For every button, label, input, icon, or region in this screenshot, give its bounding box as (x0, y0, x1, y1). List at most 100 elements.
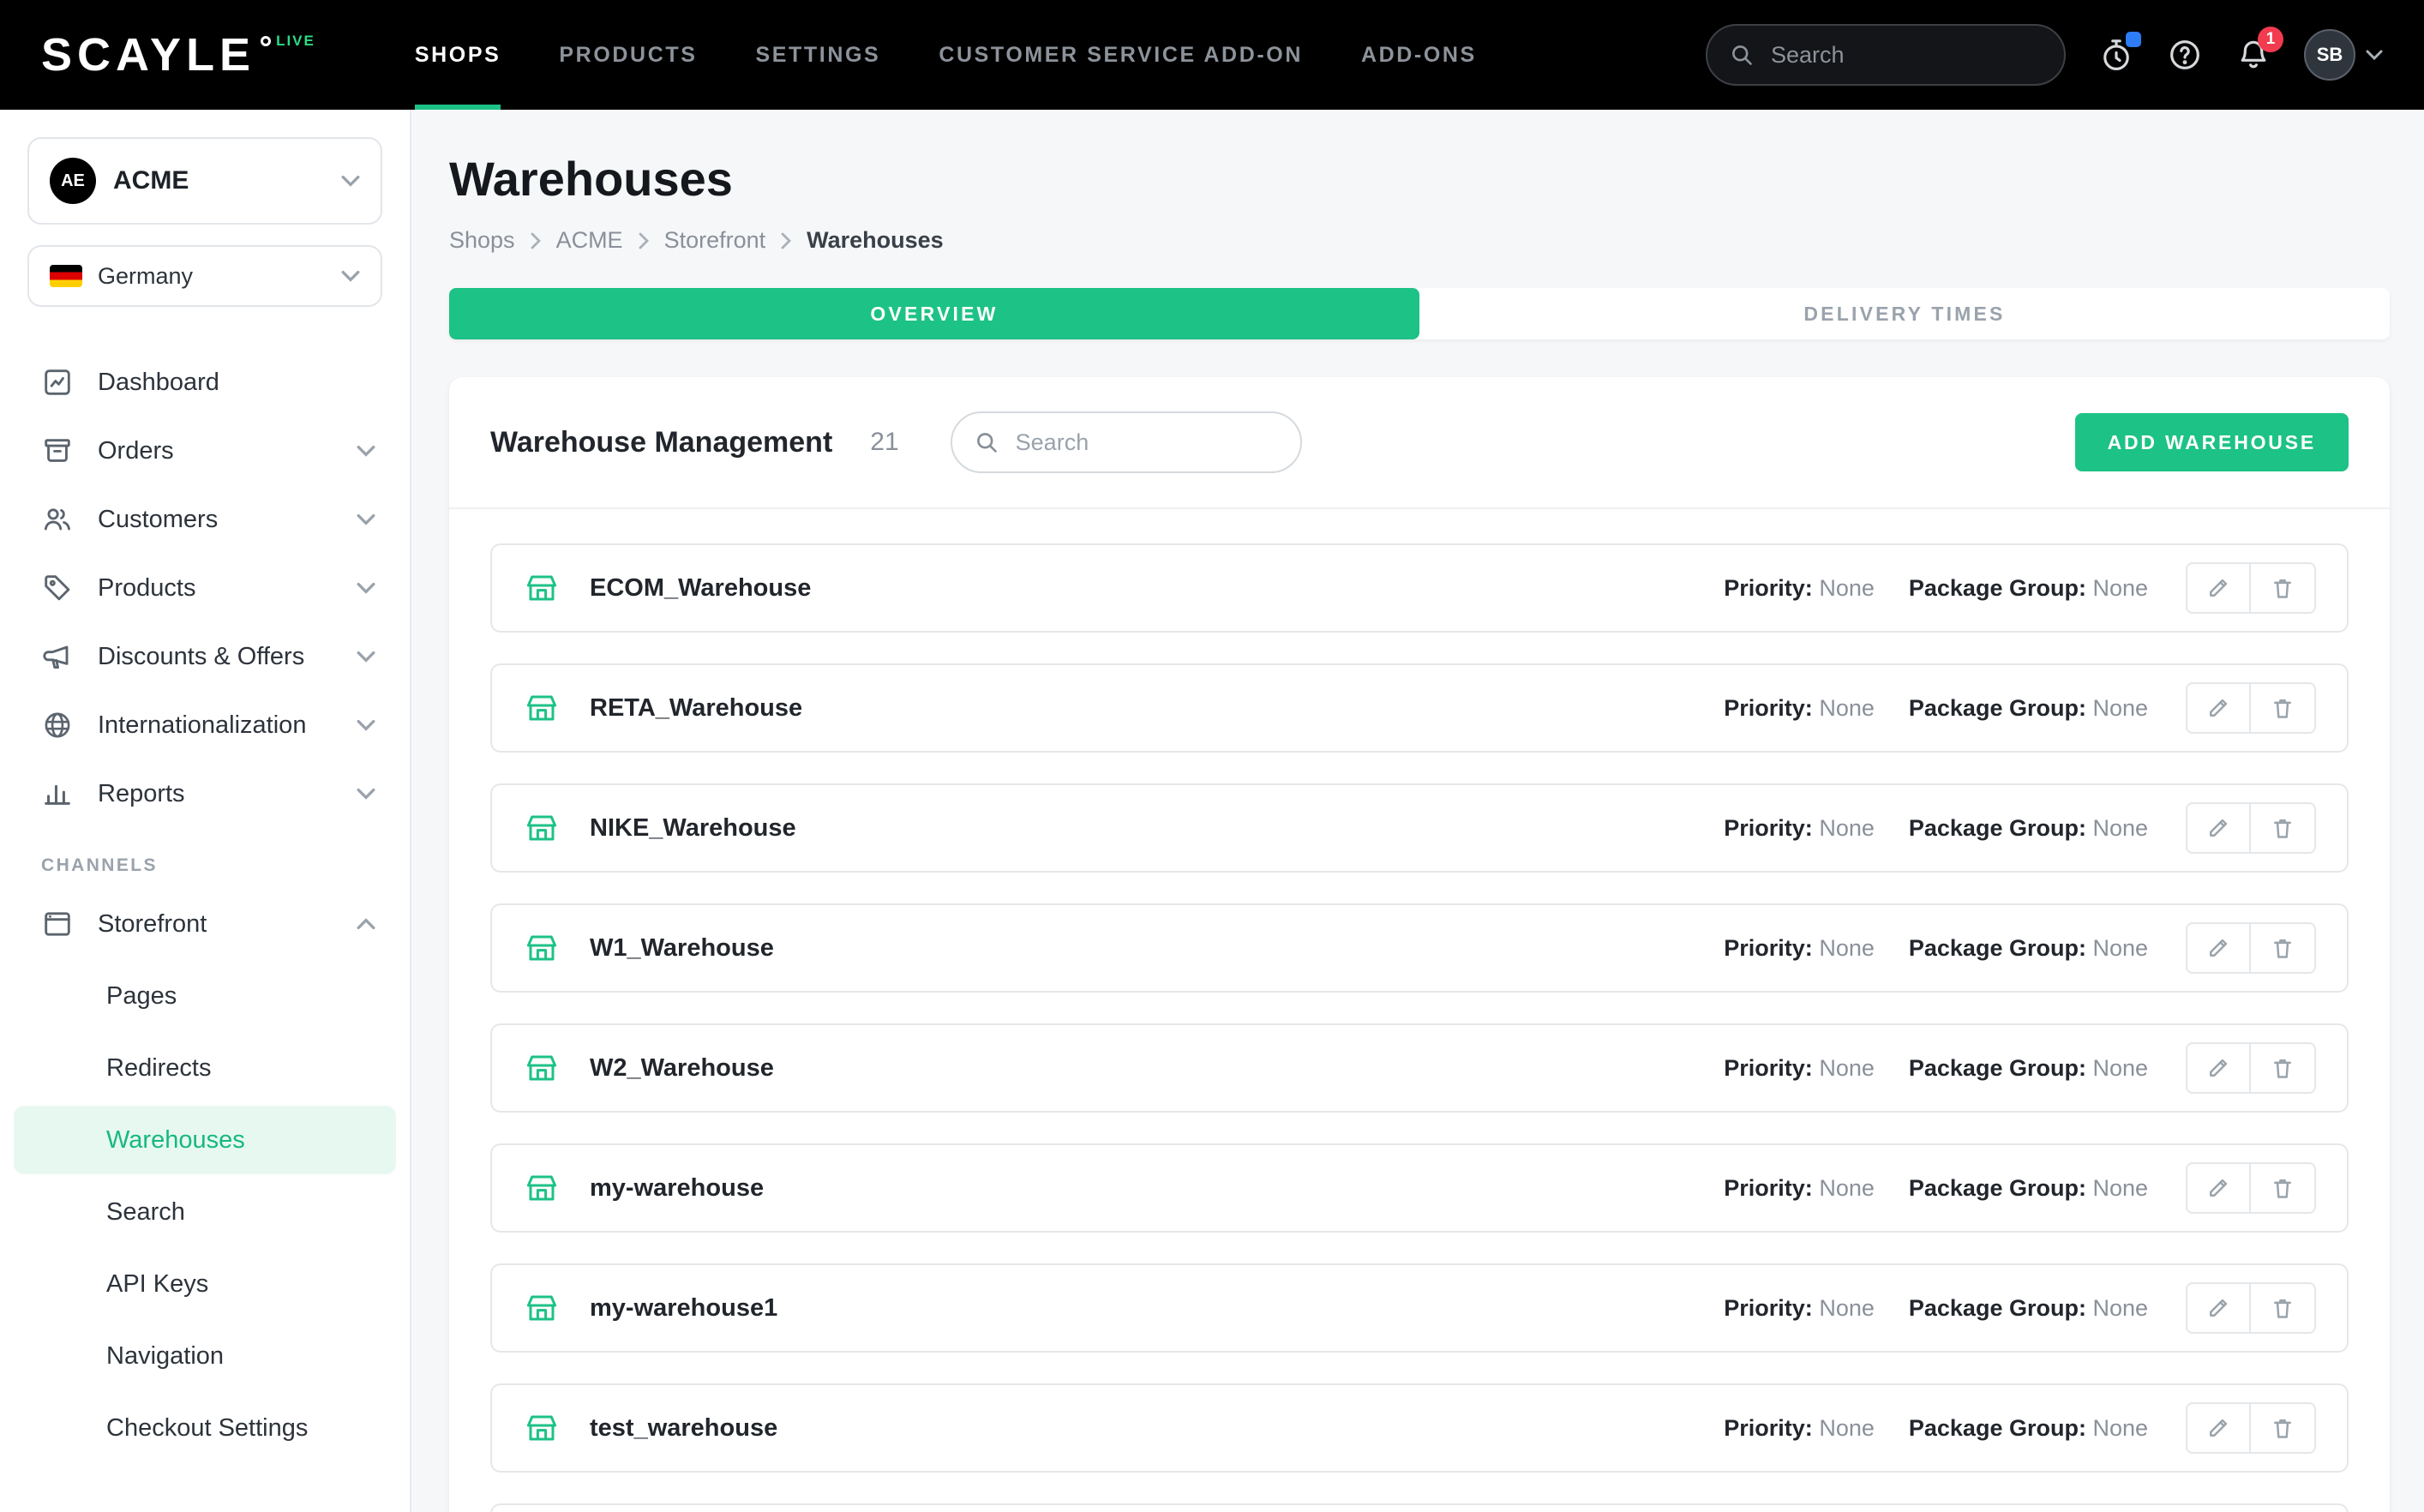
sidebar-item-pages[interactable]: Pages (14, 962, 396, 1030)
sidebar-item-products[interactable]: Products (0, 554, 410, 622)
chevron-down-icon (2366, 50, 2383, 60)
priority-label: Priority: (1724, 935, 1813, 961)
nav-customer-service-add-on[interactable]: CUSTOMER SERVICE ADD-ON (939, 0, 1303, 110)
package-group-label: Package Group: (1909, 1175, 2086, 1201)
warehouse-search[interactable] (951, 411, 1302, 473)
tab-delivery-times[interactable]: DELIVERY TIMES (1419, 288, 2390, 339)
top-navigation: SHOPS PRODUCTS SETTINGS CUSTOMER SERVICE… (415, 0, 1477, 110)
priority-value: None (1819, 575, 1875, 601)
table-row: RETA_Warehouse Priority: None Package Gr… (490, 663, 2349, 753)
sidebar-item-internationalization[interactable]: Internationalization (0, 691, 410, 759)
sidebar-item-navigation[interactable]: Navigation (14, 1322, 396, 1390)
delete-warehouse-button[interactable] (2251, 562, 2316, 614)
delete-warehouse-button[interactable] (2251, 1282, 2316, 1334)
bar-chart-icon (41, 777, 74, 810)
search-icon (1730, 43, 1754, 67)
tab-overview[interactable]: OVERVIEW (449, 288, 1419, 339)
edit-warehouse-button[interactable] (2186, 682, 2251, 734)
delete-warehouse-button[interactable] (2251, 1162, 2316, 1214)
global-search-input[interactable] (1767, 40, 2042, 70)
products-icon (41, 572, 74, 604)
chevron-right-icon (781, 232, 791, 249)
warehouse-icon (523, 929, 561, 967)
priority-value: None (1819, 815, 1875, 841)
sidebar-item-label: Internationalization (98, 711, 306, 740)
chevron-down-icon (357, 445, 375, 457)
sidebar-item-label: Orders (98, 437, 174, 465)
warehouse-count: 21 (870, 428, 898, 457)
trash-icon (2271, 1296, 2295, 1320)
delete-warehouse-button[interactable] (2251, 682, 2316, 734)
nav-shops[interactable]: SHOPS (415, 0, 501, 110)
notifications-bell-icon[interactable]: 1 (2235, 37, 2271, 73)
topbar: SCAYLE LIVE SHOPS PRODUCTS SETTINGS CUST… (0, 0, 2424, 110)
package-group-value: None (2092, 575, 2148, 601)
help-icon[interactable] (2167, 37, 2203, 73)
nav-add-ons[interactable]: ADD-ONS (1361, 0, 1477, 110)
edit-warehouse-button[interactable] (2186, 922, 2251, 974)
scayle-logo[interactable]: SCAYLE LIVE (41, 29, 315, 81)
country-selector[interactable]: Germany (27, 245, 382, 307)
sidebar-item-warehouses[interactable]: Warehouses (14, 1106, 396, 1174)
delete-warehouse-button[interactable] (2251, 1402, 2316, 1454)
globe-icon (41, 709, 74, 741)
chevron-down-icon (357, 651, 375, 663)
warehouse-icon (523, 689, 561, 727)
sidebar-item-api-keys[interactable]: API Keys (14, 1250, 396, 1318)
add-warehouse-button[interactable]: ADD WAREHOUSE (2075, 413, 2349, 471)
nav-settings[interactable]: SETTINGS (756, 0, 881, 110)
edit-warehouse-button[interactable] (2186, 1162, 2251, 1214)
edit-warehouse-button[interactable] (2186, 562, 2251, 614)
sidebar-item-reports[interactable]: Reports (0, 759, 410, 828)
main-content: Warehouses Shops ACME Storefront Warehou… (411, 110, 2424, 1512)
sidebar-item-storefront[interactable]: Storefront (0, 890, 410, 958)
delete-warehouse-button[interactable] (2251, 802, 2316, 854)
edit-warehouse-button[interactable] (2186, 1042, 2251, 1094)
country-name: Germany (98, 263, 193, 290)
chevron-up-icon (357, 918, 375, 930)
user-menu[interactable]: SB (2304, 29, 2383, 81)
edit-warehouse-button[interactable] (2186, 802, 2251, 854)
breadcrumb-storefront[interactable]: Storefront (664, 227, 766, 254)
priority-label: Priority: (1724, 1175, 1813, 1201)
warehouse-icon (523, 1169, 561, 1207)
sidebar-item-discounts-offers[interactable]: Discounts & Offers (0, 622, 410, 691)
package-group-value: None (2092, 1415, 2148, 1441)
timer-icon[interactable] (2098, 37, 2134, 73)
table-row-partial (490, 1503, 2349, 1512)
warehouse-search-input[interactable] (1012, 428, 1278, 458)
logo-dot-icon (261, 36, 271, 46)
delete-warehouse-button[interactable] (2251, 1042, 2316, 1094)
sidebar-item-customers[interactable]: Customers (0, 485, 410, 554)
warehouse-name: my-warehouse (590, 1174, 764, 1203)
chevron-down-icon (357, 788, 375, 800)
edit-warehouse-button[interactable] (2186, 1402, 2251, 1454)
shop-selector[interactable]: AE ACME (27, 137, 382, 225)
edit-warehouse-button[interactable] (2186, 1282, 2251, 1334)
package-group-label: Package Group: (1909, 695, 2086, 721)
sidebar-item-dashboard[interactable]: Dashboard (0, 348, 410, 417)
avatar: SB (2304, 29, 2355, 81)
delete-warehouse-button[interactable] (2251, 922, 2316, 974)
notification-count-badge: 1 (2258, 27, 2283, 52)
pencil-icon (2206, 1056, 2230, 1080)
breadcrumb-acme[interactable]: ACME (556, 227, 623, 254)
package-group-label: Package Group: (1909, 575, 2086, 601)
sidebar-item-redirects[interactable]: Redirects (14, 1034, 396, 1102)
warehouse-list: ECOM_Warehouse Priority: None Package Gr… (449, 509, 2390, 1512)
global-search[interactable] (1706, 24, 2066, 86)
trash-icon (2271, 1176, 2295, 1200)
package-group-label: Package Group: (1909, 815, 2086, 841)
sidebar-item-checkout-settings[interactable]: Checkout Settings (14, 1394, 396, 1462)
sidebar-item-search[interactable]: Search (14, 1178, 396, 1246)
package-group-label: Package Group: (1909, 1295, 2086, 1321)
table-row: W2_Warehouse Priority: None Package Grou… (490, 1023, 2349, 1113)
chevron-right-icon (639, 232, 649, 249)
chevron-down-icon (357, 719, 375, 731)
breadcrumb-shops[interactable]: Shops (449, 227, 515, 254)
priority-label: Priority: (1724, 1415, 1813, 1441)
nav-products[interactable]: PRODUCTS (559, 0, 697, 110)
priority-label: Priority: (1724, 695, 1813, 721)
timer-badge (2126, 32, 2141, 47)
sidebar-item-orders[interactable]: Orders (0, 417, 410, 485)
